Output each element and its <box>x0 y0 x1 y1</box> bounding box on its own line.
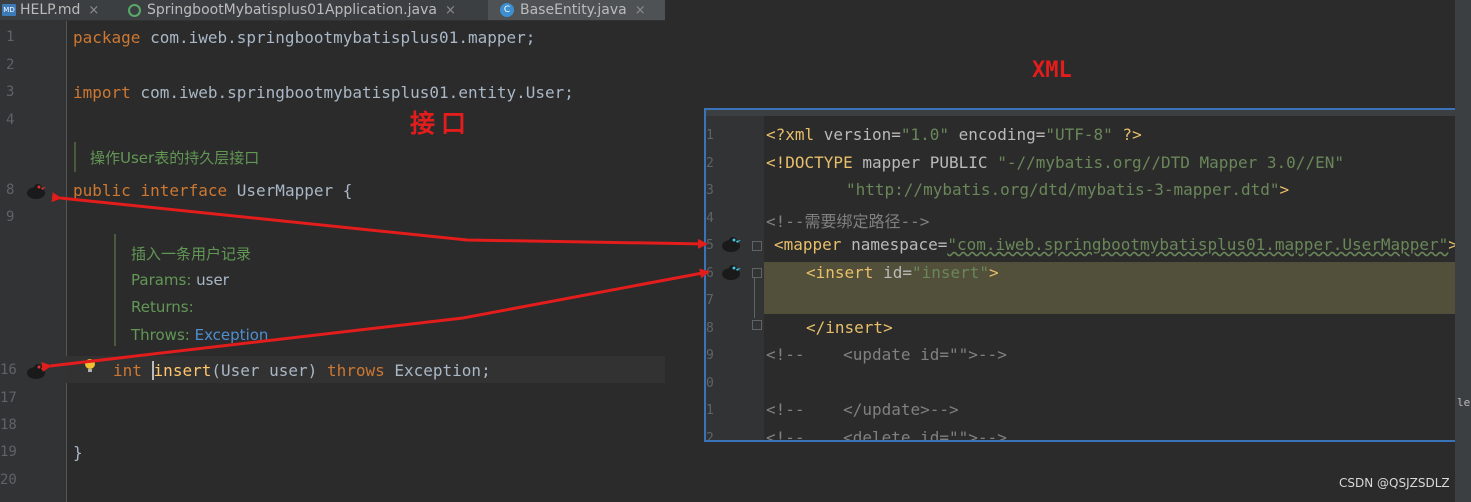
arrow-interface-to-mapper <box>51 192 708 249</box>
arrow-method-to-insert <box>41 268 710 372</box>
annotation-arrows <box>41 192 710 372</box>
